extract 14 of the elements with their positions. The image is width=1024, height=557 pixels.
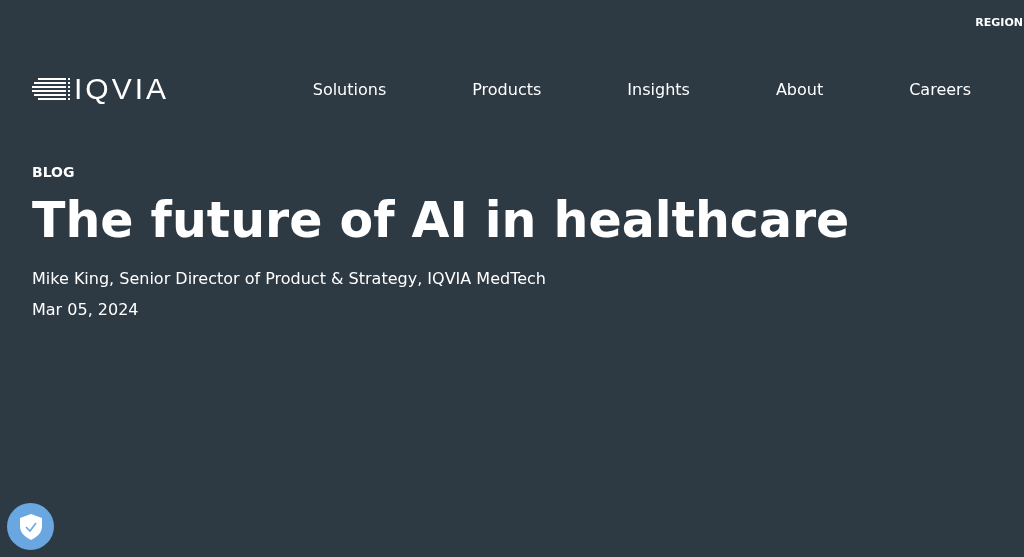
- privacy-button[interactable]: [7, 503, 54, 550]
- nav-link[interactable]: About: [775, 79, 824, 99]
- logo[interactable]: IQVIA: [74, 72, 170, 106]
- nav-link[interactable]: Careers: [909, 79, 971, 99]
- shield-check-icon: [19, 513, 42, 540]
- nav-link[interactable]: Products: [472, 79, 542, 99]
- region-selector[interactable]: REGION: [975, 15, 1023, 29]
- author-line: Mike King, Senior Director of Product & Strategy, IQVIA MedTech: [32, 269, 547, 289]
- nav-link[interactable]: Insights: [627, 79, 690, 99]
- category-label: BLOG: [32, 164, 76, 180]
- publish-date: Mar 05, 2024: [32, 300, 140, 320]
- stripes-icon: [32, 77, 70, 101]
- nav-link[interactable]: Solutions: [312, 79, 387, 99]
- article-title: The future of AI in healthcare: [32, 191, 850, 251]
